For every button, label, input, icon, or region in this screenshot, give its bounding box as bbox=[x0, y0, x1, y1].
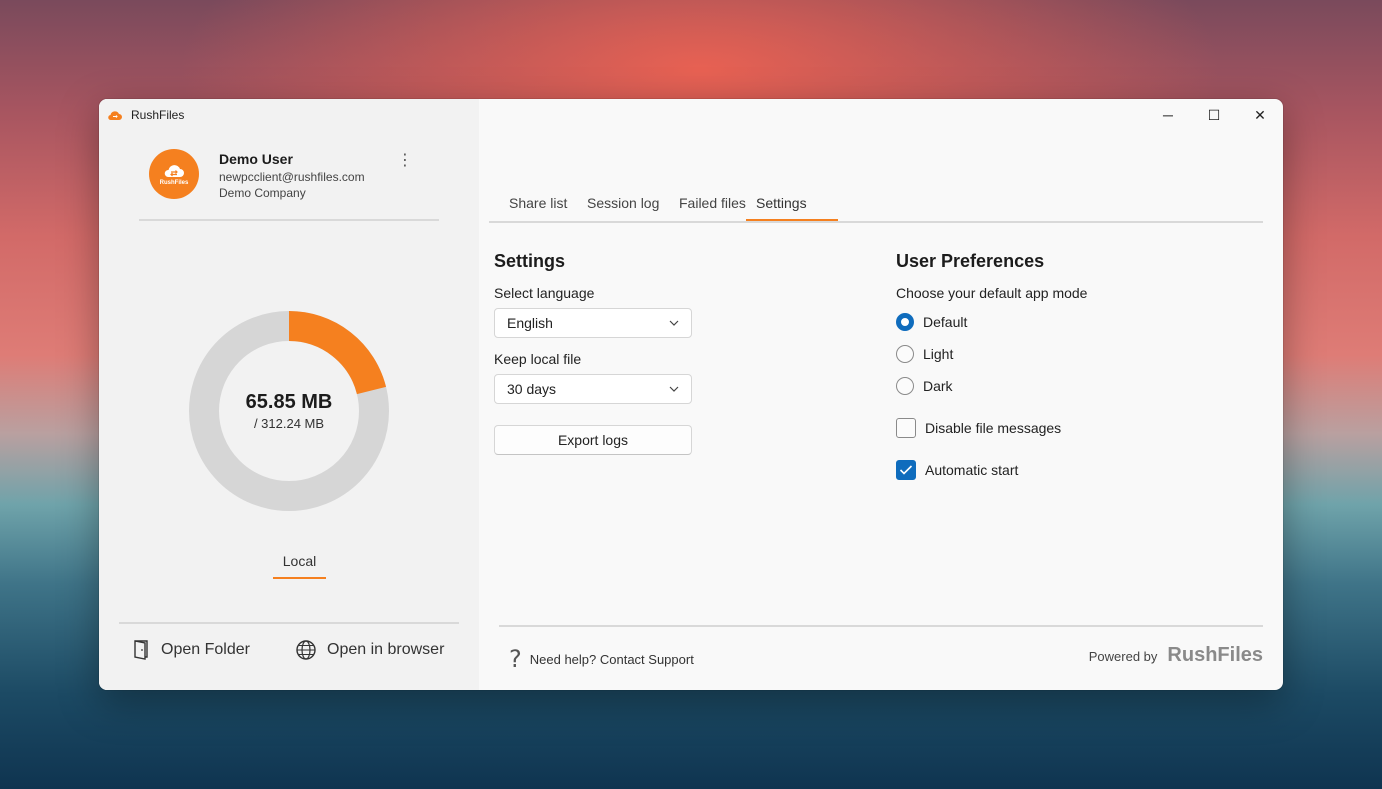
language-label: Select language bbox=[494, 285, 595, 301]
user-company: Demo Company bbox=[219, 186, 306, 200]
minimize-icon: ─ bbox=[1163, 107, 1173, 123]
storage-summary: 65.85 MB / 312.24 MB bbox=[189, 311, 389, 511]
checkmark-icon bbox=[899, 465, 913, 475]
close-icon: ✕ bbox=[1254, 106, 1266, 123]
radio-default-label: Default bbox=[923, 314, 968, 330]
user-profile: RushFiles Demo User newpcclient@rushfile… bbox=[149, 149, 439, 201]
more-options-icon[interactable]: ⋮ bbox=[397, 153, 413, 169]
avatar-label: RushFiles bbox=[159, 179, 189, 186]
user-preferences-title: User Preferences bbox=[896, 251, 1045, 271]
tab-share-list[interactable]: Share list bbox=[499, 195, 577, 219]
export-logs-button[interactable]: Export logs bbox=[494, 425, 692, 455]
storage-used: 65.85 MB bbox=[245, 391, 333, 413]
tab-session-log[interactable]: Session log bbox=[577, 195, 669, 219]
divider bbox=[499, 625, 1263, 627]
folder-door-icon bbox=[134, 640, 148, 660]
language-value: English bbox=[507, 315, 553, 331]
left-pane: RushFiles RushFiles Demo User newpcclien… bbox=[99, 99, 479, 690]
tab-failed-files[interactable]: Failed files bbox=[669, 195, 756, 219]
radio-button[interactable] bbox=[896, 377, 914, 395]
powered-by-label: Powered by bbox=[1088, 649, 1158, 664]
keep-local-label: Keep local file bbox=[494, 351, 582, 367]
open-in-browser-button[interactable]: Open in browser bbox=[295, 639, 444, 661]
close-button[interactable]: ✕ bbox=[1237, 103, 1283, 127]
powered-by: Powered by RushFiles bbox=[1089, 644, 1263, 667]
help-icon: ? bbox=[509, 645, 522, 673]
radio-light-label: Light bbox=[923, 346, 954, 362]
checkbox[interactable] bbox=[896, 460, 916, 480]
automatic-start-checkbox[interactable]: Automatic start bbox=[896, 460, 1018, 480]
open-folder-button[interactable]: Open Folder bbox=[131, 639, 250, 661]
globe-icon bbox=[296, 640, 316, 660]
chevron-down-icon bbox=[669, 386, 679, 392]
chevron-down-icon bbox=[669, 320, 679, 326]
automatic-start-label: Automatic start bbox=[925, 462, 1019, 478]
tab-settings[interactable]: Settings bbox=[746, 195, 838, 221]
settings-title: Settings bbox=[494, 251, 566, 271]
disable-file-messages-label: Disable file messages bbox=[925, 420, 1062, 436]
app-mode-label: Choose your default app mode bbox=[896, 285, 1088, 301]
keep-local-value: 30 days bbox=[507, 381, 557, 397]
radio-default[interactable]: Default bbox=[896, 313, 967, 331]
app-logo-icon bbox=[108, 111, 122, 121]
user-name: Demo User bbox=[219, 151, 293, 167]
keep-local-select[interactable]: 30 days bbox=[494, 374, 692, 404]
radio-light[interactable]: Light bbox=[896, 345, 953, 363]
divider bbox=[139, 219, 439, 221]
minimize-button[interactable]: ─ bbox=[1145, 103, 1191, 127]
app-window: RushFiles RushFiles Demo User newpcclien… bbox=[99, 99, 1283, 690]
divider bbox=[119, 622, 459, 624]
maximize-icon: ☐ bbox=[1207, 106, 1221, 123]
storage-total: / 312.24 MB bbox=[253, 416, 325, 431]
user-email: newpcclient@rushfiles.com bbox=[219, 170, 365, 184]
titlebar: RushFiles bbox=[107, 107, 184, 123]
disable-file-messages-checkbox[interactable]: Disable file messages bbox=[896, 418, 1061, 438]
radio-dark[interactable]: Dark bbox=[896, 377, 953, 395]
contact-support-link[interactable]: ? Need help? Contact Support bbox=[509, 645, 694, 673]
language-select[interactable]: English bbox=[494, 308, 692, 338]
cloud-sync-icon bbox=[164, 164, 184, 177]
radio-dark-label: Dark bbox=[923, 378, 953, 394]
radio-button[interactable] bbox=[896, 313, 914, 331]
avatar: RushFiles bbox=[149, 149, 199, 199]
radio-button[interactable] bbox=[896, 345, 914, 363]
app-title: RushFiles bbox=[131, 108, 185, 122]
contact-support-label: Need help? Contact Support bbox=[529, 651, 694, 667]
brand-logo: RushFiles bbox=[1167, 644, 1263, 666]
open-in-browser-label: Open in browser bbox=[327, 641, 445, 658]
open-folder-label: Open Folder bbox=[161, 641, 250, 658]
tab-bar: Share list Session log Failed files Sett… bbox=[489, 191, 1263, 223]
checkbox[interactable] bbox=[896, 418, 916, 438]
maximize-button[interactable]: ☐ bbox=[1191, 103, 1237, 127]
tab-local[interactable]: Local bbox=[273, 553, 326, 579]
